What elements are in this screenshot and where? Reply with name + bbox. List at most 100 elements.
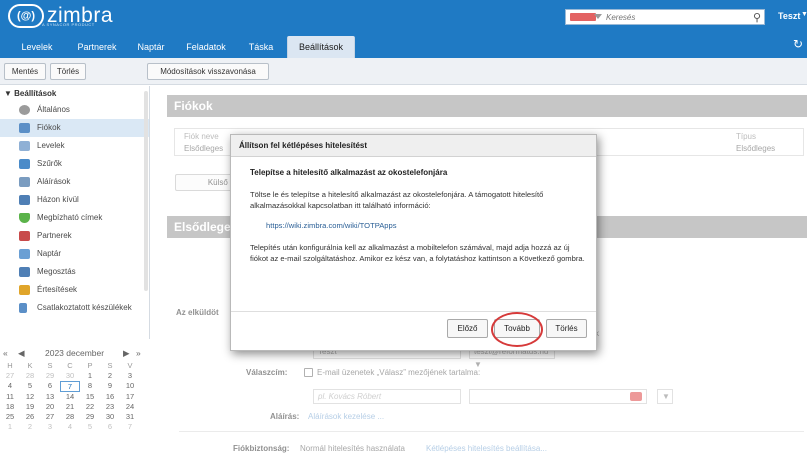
tab-briefcase[interactable]: Táska xyxy=(245,36,277,58)
refresh-icon[interactable]: ↻ xyxy=(793,37,803,51)
calendar-day[interactable]: 15 xyxy=(80,392,100,402)
sidebar-item-notifications[interactable]: Értesítések xyxy=(0,281,149,299)
calendar-day[interactable]: 2 xyxy=(20,422,40,432)
calendar-day[interactable]: 25 xyxy=(0,412,20,422)
toolbar: Mentés Törlés Módosítások visszavonása xyxy=(0,58,807,85)
calendar-day[interactable]: 28 xyxy=(60,412,80,422)
calendar-day[interactable]: 12 xyxy=(20,392,40,402)
search-input[interactable] xyxy=(606,12,746,22)
tab-tasks[interactable]: Feladatok xyxy=(180,36,232,58)
dialog-body: Telepítse a hitelesítő alkalmazást az ok… xyxy=(250,157,585,264)
sidebar-header[interactable]: ▼ Beállítások xyxy=(0,86,149,101)
device-icon xyxy=(19,303,27,313)
sidebar-scrollbar[interactable] xyxy=(144,91,148,291)
calendar-day[interactable]: 31 xyxy=(120,412,140,422)
tab-preferences[interactable]: Beállítások xyxy=(287,36,355,58)
next-year-icon[interactable]: » xyxy=(136,345,141,361)
calendar-day[interactable]: 18 xyxy=(0,402,20,412)
calendar-day[interactable]: 1 xyxy=(0,422,20,432)
share-icon xyxy=(19,267,30,277)
sidebar-item-trusted-addresses[interactable]: Megbízható címek xyxy=(0,209,149,227)
calendar-day[interactable]: 30 xyxy=(100,412,120,422)
app-tab-bar: Levelek Partnerek Naptár Feladatok Táska… xyxy=(0,33,807,58)
calendar-day[interactable]: 14 xyxy=(60,392,80,402)
sidebar-item-contacts[interactable]: Partnerek xyxy=(0,227,149,245)
revert-changes-button[interactable]: Módosítások visszavonása xyxy=(147,63,269,80)
sidebar-item-label: Házon kívül xyxy=(37,195,79,204)
calendar-day[interactable]: 21 xyxy=(60,402,80,412)
calendar-day[interactable]: 8 xyxy=(80,381,100,391)
delete-button[interactable]: Törlés xyxy=(50,63,86,80)
calendar-day-header: K xyxy=(27,361,33,370)
sidebar-item-general[interactable]: Általános xyxy=(0,101,149,119)
calendar-day[interactable]: 29 xyxy=(80,412,100,422)
app-header: (@) zimbra A SYNACOR PRODUCT ⚲ Teszt ▼ xyxy=(0,0,807,33)
calendar-day[interactable]: 5 xyxy=(20,381,40,391)
previous-button[interactable]: Előző xyxy=(447,319,488,338)
calendar-day[interactable]: 4 xyxy=(0,381,20,391)
sidebar-item-calendar[interactable]: Naptár xyxy=(0,245,149,263)
calendar-day[interactable]: 20 xyxy=(40,402,60,412)
sidebar-item-sharing[interactable]: Megosztás xyxy=(0,263,149,281)
calendar-day[interactable]: 27 xyxy=(0,371,20,381)
dialog-paragraph-configure: Telepítés után konfigurálnia kell az alk… xyxy=(250,243,585,263)
dialog-delete-button[interactable]: Törlés xyxy=(546,319,587,338)
calendar-day[interactable]: 22 xyxy=(80,402,100,412)
sidebar-title: Beállítások xyxy=(14,89,57,98)
save-button[interactable]: Mentés xyxy=(4,63,46,80)
logo-subtitle: A SYNACOR PRODUCT xyxy=(42,22,95,27)
calendar-day[interactable]: 3 xyxy=(120,371,140,381)
calendar-day[interactable]: 16 xyxy=(100,392,120,402)
dialog-separator xyxy=(231,311,596,312)
calendar-day[interactable]: 30 xyxy=(60,371,80,381)
next-month-icon[interactable]: ▶ xyxy=(123,345,130,361)
totp-apps-link[interactable]: https://wiki.zimbra.com/wiki/TOTPApps xyxy=(266,221,585,230)
calendar-day[interactable]: 13 xyxy=(40,392,60,402)
dialog-title[interactable]: Állítson fel kétlépéses hitelesítést xyxy=(231,135,596,157)
sidebar-item-label: Általános xyxy=(37,105,70,114)
sidebar-item-connected-devices[interactable]: Csatlakoztatott készülékek xyxy=(0,299,149,317)
sidebar-item-label: Levelek xyxy=(37,141,65,150)
search-icon[interactable]: ⚲ xyxy=(753,11,761,24)
prev-month-icon[interactable]: ◀ xyxy=(18,345,25,361)
tab-calendar[interactable]: Naptár xyxy=(133,36,169,58)
calendar-day[interactable]: 27 xyxy=(40,412,60,422)
sidebar-item-accounts[interactable]: Fiókok xyxy=(0,119,149,137)
calendar-day[interactable]: 5 xyxy=(80,422,100,432)
highlight-annotation-circle xyxy=(491,312,543,347)
search-box[interactable]: ⚲ xyxy=(565,9,765,25)
calendar-day[interactable]: 9 xyxy=(100,381,120,391)
sidebar-item-out-of-office[interactable]: Házon kívül xyxy=(0,191,149,209)
sidebar-item-filters[interactable]: Szűrők xyxy=(0,155,149,173)
calendar-day[interactable]: 1 xyxy=(80,371,100,381)
calendar-day[interactable]: 6 xyxy=(100,422,120,432)
calendar-day[interactable]: 2 xyxy=(100,371,120,381)
sidebar-item-label: Aláírások xyxy=(37,177,71,186)
calendar-day[interactable]: 7 xyxy=(60,381,80,392)
calendar-day[interactable]: 3 xyxy=(40,422,60,432)
calendar-day[interactable]: 23 xyxy=(100,402,120,412)
contacts-icon xyxy=(19,231,30,241)
search-type-icon[interactable] xyxy=(570,13,602,21)
calendar-day[interactable]: 17 xyxy=(120,392,140,402)
sidebar-item-label: Partnerek xyxy=(37,231,72,240)
user-menu[interactable]: Teszt xyxy=(778,11,800,21)
calendar-day[interactable]: 10 xyxy=(120,381,140,391)
prev-year-icon[interactable]: « xyxy=(3,345,8,361)
tab-mail[interactable]: Levelek xyxy=(18,36,56,58)
sidebar-item-label: Fiókok xyxy=(37,123,61,132)
calendar-day[interactable]: 26 xyxy=(20,412,40,422)
calendar-day[interactable]: 29 xyxy=(40,371,60,381)
calendar-day[interactable]: 4 xyxy=(60,422,80,432)
calendar-day[interactable]: 7 xyxy=(120,422,140,432)
tab-contacts[interactable]: Partnerek xyxy=(72,36,122,58)
chevron-down-icon[interactable]: ▼ xyxy=(801,11,807,18)
calendar-day[interactable]: 24 xyxy=(120,402,140,412)
sidebar-item-mail[interactable]: Levelek xyxy=(0,137,149,155)
calendar-day[interactable]: 19 xyxy=(20,402,40,412)
calendar-day[interactable]: 6 xyxy=(40,381,60,391)
sidebar-item-signatures[interactable]: Aláírások xyxy=(0,173,149,191)
calendar-day[interactable]: 28 xyxy=(20,371,40,381)
calendar-day[interactable]: 11 xyxy=(0,392,20,402)
mail-icon xyxy=(19,141,30,151)
